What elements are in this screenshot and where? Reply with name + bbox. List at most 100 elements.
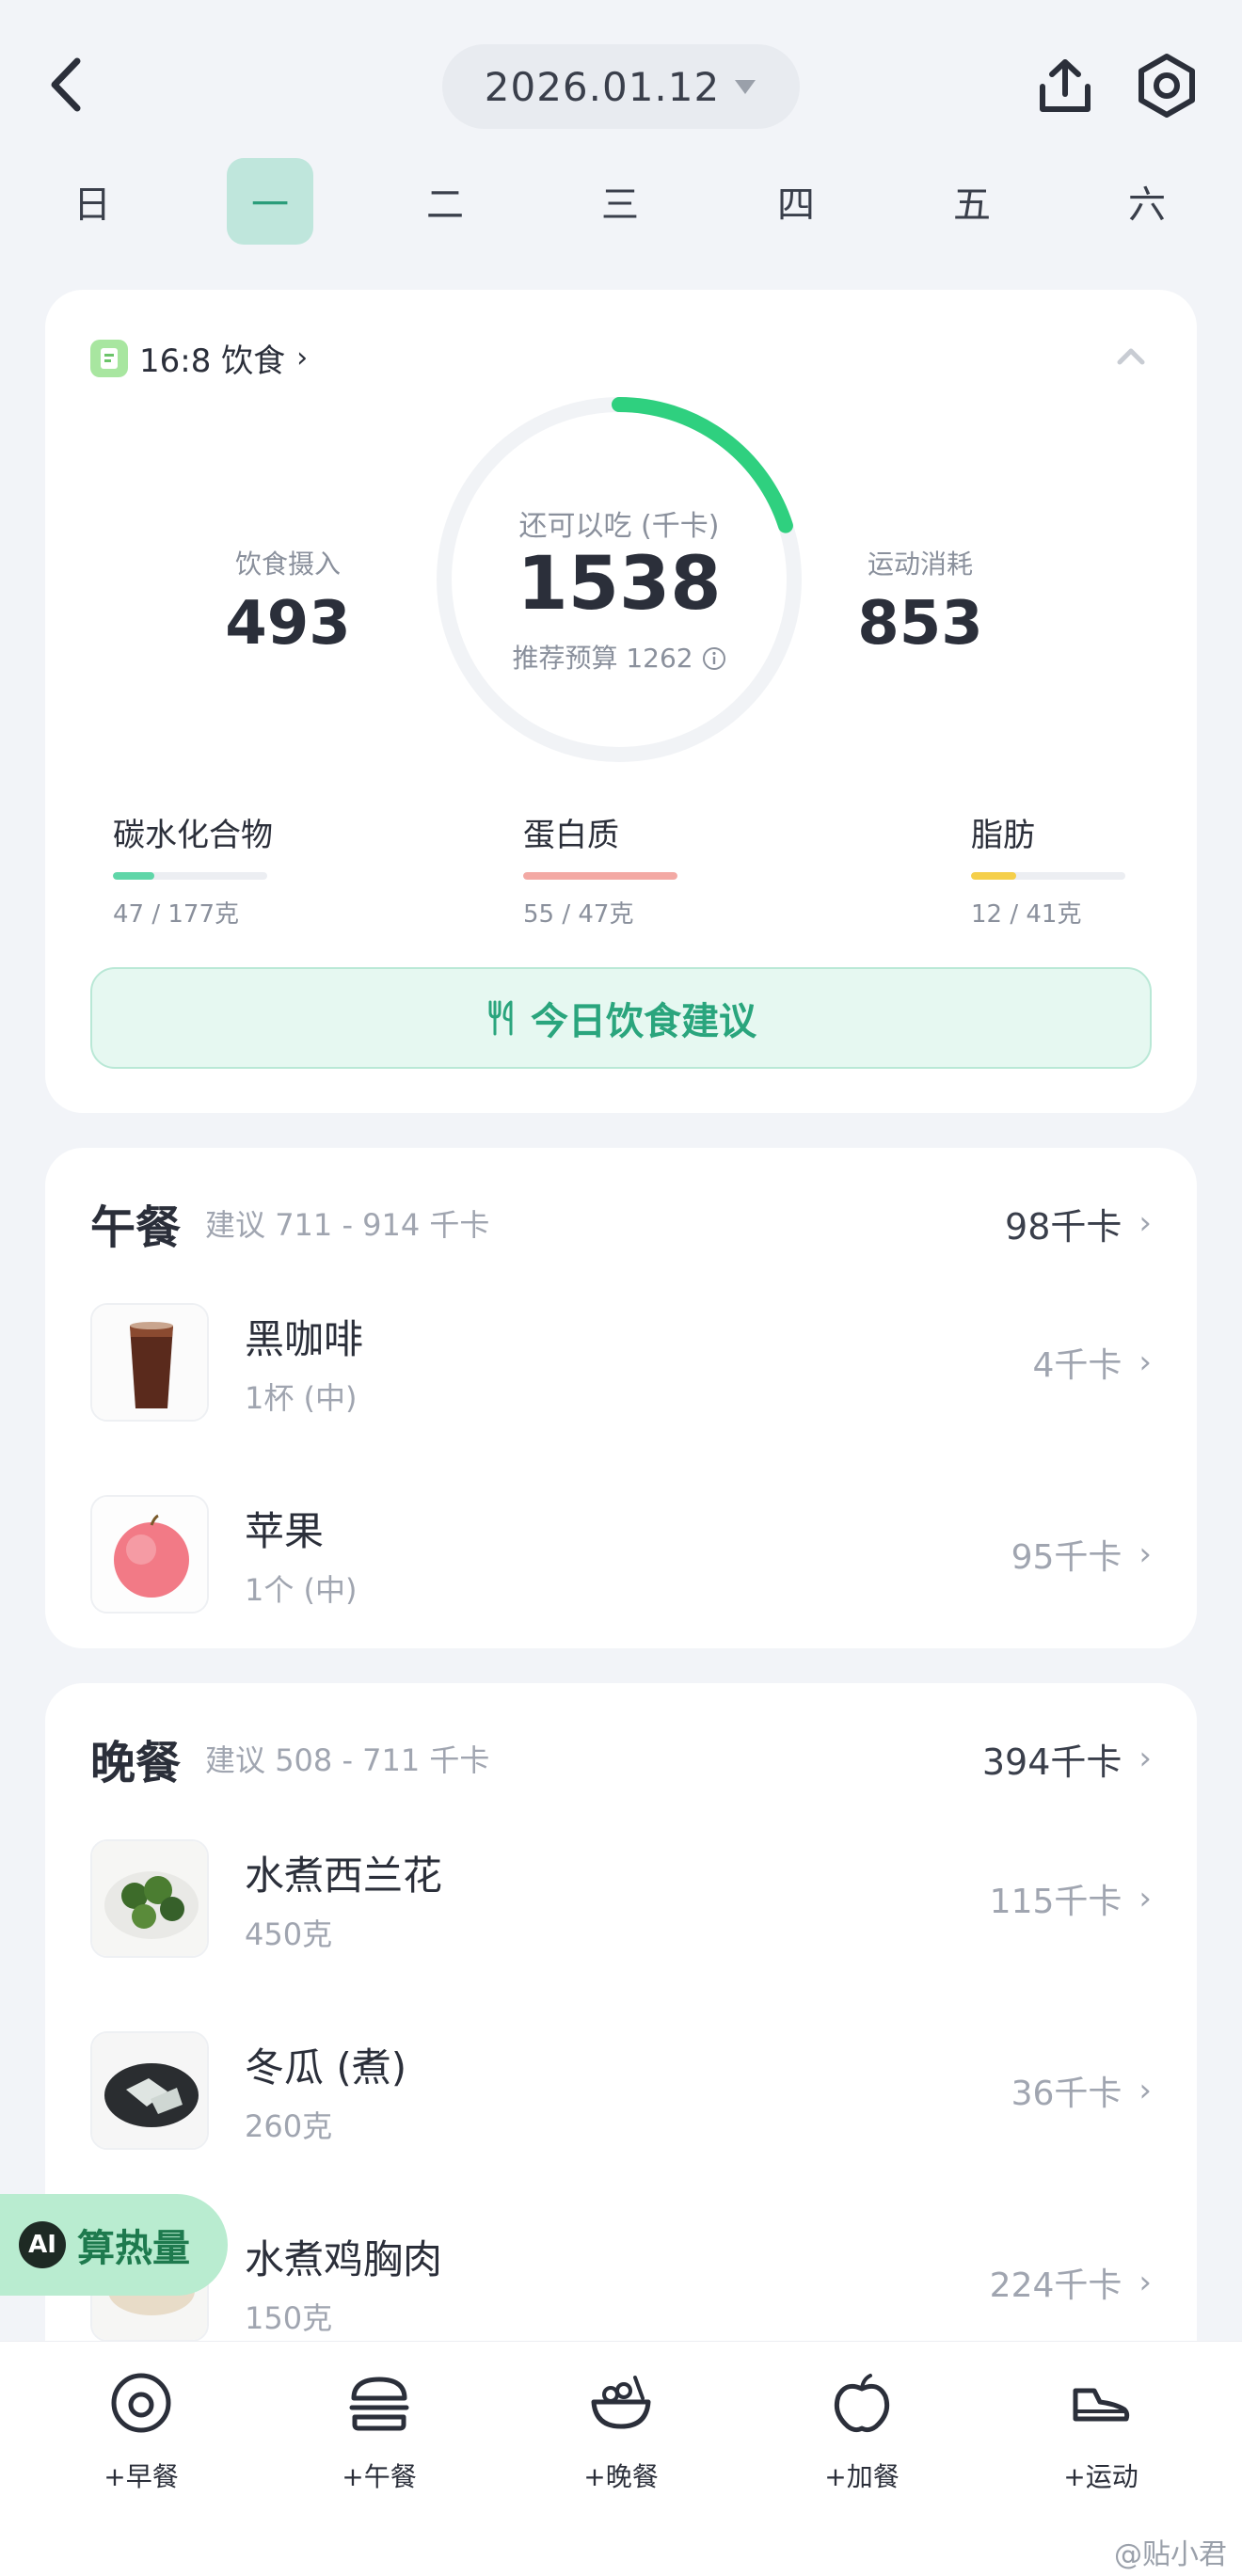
intake-stat: 饮食摄入 493 xyxy=(166,544,410,659)
macro-carb-fill xyxy=(113,872,155,880)
ai-badge: AI xyxy=(19,2221,66,2268)
chevron-right-icon: › xyxy=(296,342,309,374)
bowl-icon xyxy=(591,2376,651,2429)
macro-fat-fill xyxy=(971,872,1016,880)
dinner-hint: 建议 508 - 711 千卡 xyxy=(205,1742,490,1778)
collapse-button[interactable] xyxy=(1112,337,1150,374)
dinner-header[interactable]: 晚餐 建议 508 - 711 千卡 394千卡 › xyxy=(90,1728,1152,1789)
add-snack-button[interactable]: +加餐 xyxy=(791,2370,932,2494)
weekday-tue[interactable]: 二 xyxy=(402,158,488,245)
watermark: @贴小君 xyxy=(1114,2538,1227,2571)
apple-icon xyxy=(834,2374,890,2433)
macro-fat-name: 脂肪 xyxy=(971,817,1035,854)
weekday-fri[interactable]: 五 xyxy=(929,158,1015,245)
wintermelon-thumbnail xyxy=(90,2031,209,2150)
bottom-action-bar: +早餐 +午餐 +晚餐 +加餐 +运动 xyxy=(0,2341,1242,2576)
food-kcal: 36千卡 xyxy=(1011,2075,1123,2113)
diet-plan-icon xyxy=(90,339,128,377)
share-button[interactable] xyxy=(1033,55,1097,119)
lunch-header[interactable]: 午餐 建议 711 - 914 千卡 98千卡 › xyxy=(90,1193,1152,1254)
add-breakfast-button[interactable]: +早餐 xyxy=(71,2370,212,2494)
food-item-wintermelon[interactable]: 冬瓜 (煮) 260克 36千卡 › xyxy=(90,2030,1152,2151)
budget-info[interactable]: 推荐预算 1262 xyxy=(431,638,807,676)
macro-protein-bar xyxy=(523,872,677,880)
add-dinner-button[interactable]: +晚餐 xyxy=(550,2370,692,2494)
food-item-broccoli[interactable]: 水煮西兰花 450克 115千卡 › xyxy=(90,1838,1152,1959)
weekday-sat[interactable]: 六 xyxy=(1104,158,1190,245)
macro-protein-amount: 55 / 47克 xyxy=(523,900,634,929)
food-quantity: 150克 xyxy=(245,2299,333,2336)
ai-calorie-button[interactable]: AI 算热量 xyxy=(0,2194,228,2296)
settings-icon xyxy=(1138,54,1195,118)
food-item-chicken[interactable]: 水煮鸡胸肉 150克 224千卡 › xyxy=(90,2222,1152,2343)
food-item-apple[interactable]: 苹果 1个 (中) 95千卡 › xyxy=(90,1494,1152,1614)
macro-protein-fill xyxy=(523,872,677,880)
burn-stat: 运动消耗 853 xyxy=(798,544,1043,659)
weekday-wed[interactable]: 三 xyxy=(577,158,663,245)
add-exercise-label: +运动 xyxy=(1063,2461,1138,2492)
budget-label: 推荐预算 1262 xyxy=(512,643,693,674)
chevron-right-icon: › xyxy=(1138,1740,1152,1777)
chevron-right-icon: › xyxy=(1138,1535,1152,1573)
chevron-right-icon: › xyxy=(1138,2264,1152,2301)
add-exercise-button[interactable]: +运动 xyxy=(1030,2370,1171,2494)
apple-thumbnail xyxy=(90,1495,209,1614)
add-lunch-button[interactable]: +午餐 xyxy=(309,2370,450,2494)
food-quantity: 1杯 (中) xyxy=(245,1379,358,1416)
date-selector[interactable]: 2026.01.12 xyxy=(442,44,800,129)
add-dinner-label: +晚餐 xyxy=(583,2461,659,2492)
ai-calorie-label: 算热量 xyxy=(77,2227,190,2270)
settings-button[interactable] xyxy=(1134,53,1200,119)
add-breakfast-label: +早餐 xyxy=(104,2461,179,2492)
food-quantity: 1个 (中) xyxy=(245,1571,358,1608)
macro-protein-name: 蛋白质 xyxy=(523,817,619,854)
add-snack-label: +加餐 xyxy=(824,2461,900,2492)
food-item-coffee[interactable]: 黑咖啡 1杯 (中) 4千卡 › xyxy=(90,1302,1152,1423)
add-lunch-label: +午餐 xyxy=(342,2461,417,2492)
sneaker-icon xyxy=(1073,2388,1130,2422)
calorie-ring-center: 还可以吃 (千卡) 1538 推荐预算 1262 xyxy=(431,391,807,768)
diet-plan-label: 16:8 饮食 xyxy=(139,342,286,380)
remaining-label: 还可以吃 (千卡) xyxy=(518,510,720,543)
remaining-value: 1538 xyxy=(517,542,722,627)
weekday-sun[interactable]: 日 xyxy=(49,158,135,245)
caret-down-icon xyxy=(735,80,756,94)
date-label: 2026.01.12 xyxy=(484,63,721,110)
diet-advice-label: 今日饮食建议 xyxy=(531,1000,756,1043)
dinner-kcal: 394千卡 xyxy=(981,1741,1123,1783)
food-quantity: 260克 xyxy=(245,2107,333,2144)
food-name: 黑咖啡 xyxy=(245,1315,364,1362)
diet-plan-link[interactable]: 16:8 饮食 › xyxy=(90,335,308,381)
macro-fat-bar xyxy=(971,872,1125,880)
food-name: 苹果 xyxy=(245,1507,325,1554)
chevron-left-icon xyxy=(51,57,81,112)
macro-carb-bar xyxy=(113,872,267,880)
chevron-up-icon xyxy=(1117,348,1145,365)
macro-fat: 脂肪 12 / 41克 xyxy=(971,809,1159,930)
week-selector: 日 一 二 三 四 五 六 xyxy=(0,158,1242,245)
diet-advice-button[interactable]: 今日饮食建议 xyxy=(90,967,1152,1069)
coffee-thumbnail xyxy=(90,1303,209,1422)
food-kcal: 4千卡 xyxy=(1032,1346,1123,1385)
chevron-right-icon: › xyxy=(1138,2072,1152,2109)
food-kcal: 115千卡 xyxy=(989,1883,1123,1921)
lunch-card: 午餐 建议 711 - 914 千卡 98千卡 › 黑咖啡 1杯 (中) 4千卡… xyxy=(45,1148,1197,1648)
intake-value: 493 xyxy=(225,589,351,659)
food-name: 冬瓜 (煮) xyxy=(245,2043,407,2091)
macro-carb-name: 碳水化合物 xyxy=(113,817,273,854)
intake-label: 饮食摄入 xyxy=(234,549,341,580)
utensils-icon xyxy=(488,1000,513,1036)
food-name: 水煮西兰花 xyxy=(245,1852,443,1899)
weekday-mon[interactable]: 一 xyxy=(227,158,313,245)
weekday-thu[interactable]: 四 xyxy=(753,158,839,245)
back-button[interactable] xyxy=(38,52,94,118)
broccoli-thumbnail xyxy=(90,1839,209,1958)
burn-label: 运动消耗 xyxy=(867,549,973,580)
macro-carb: 碳水化合物 47 / 177克 xyxy=(113,809,301,930)
dinner-title: 晚餐 xyxy=(90,1737,182,1789)
burger-icon xyxy=(349,2377,409,2431)
food-kcal: 95千卡 xyxy=(1011,1538,1123,1577)
macro-carb-amount: 47 / 177克 xyxy=(113,900,239,929)
food-quantity: 450克 xyxy=(245,1916,333,1952)
share-icon xyxy=(1040,59,1091,112)
